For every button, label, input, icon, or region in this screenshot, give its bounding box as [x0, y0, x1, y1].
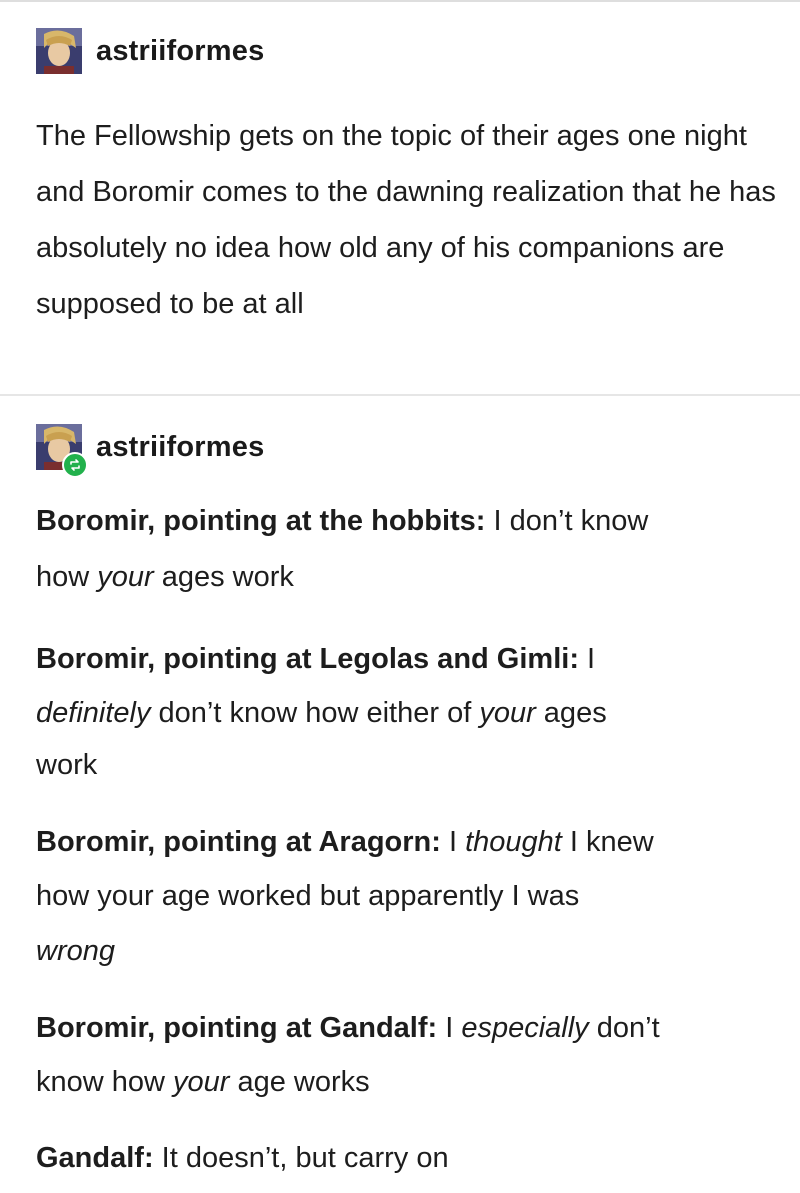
emphasis-text: your — [173, 1066, 230, 1098]
speaker-label: Gandalf: — [36, 1142, 154, 1174]
dialogue-line: how your ages work — [36, 557, 786, 597]
dialogue-text: I — [578, 643, 596, 675]
dialogue-text: I don’t know — [485, 505, 649, 537]
speaker-label: Boromir, pointing at the hobbits: — [36, 505, 486, 537]
dialogue-text: work — [36, 749, 98, 781]
dialogue-text: It doesn’t, but carry on — [153, 1142, 449, 1174]
dialogue-text: I — [440, 826, 466, 858]
dialogue-text: I knew — [561, 826, 654, 858]
dialogue-line: Boromir, pointing at the hobbits: I don’… — [36, 501, 786, 541]
dialogue-line: how your age worked but apparently I was — [36, 876, 786, 916]
speaker-label: Boromir, pointing at Aragorn: — [36, 826, 441, 858]
speaker-label: Boromir, pointing at Gandalf: — [36, 1012, 438, 1044]
dialogue-text: how your age worked but apparently I was — [36, 880, 580, 912]
dialogue-text: how — [36, 561, 98, 593]
post-body-text: The Fellowship gets on the topic of thei… — [36, 120, 776, 320]
emphasis-text: your — [479, 697, 536, 729]
dialogue-text: age works — [229, 1066, 370, 1098]
dialogue-line: definitely don’t know how either of your… — [36, 693, 786, 733]
dialogue-line: work — [36, 745, 786, 785]
reblog-badge — [62, 452, 88, 478]
dialogue-line: Boromir, pointing at Gandalf: I especial… — [36, 1008, 786, 1048]
reblog-icon — [70, 459, 80, 471]
avatar-icon — [36, 28, 82, 74]
dialogue-text: I — [437, 1012, 462, 1044]
original-post: astriiformes The Fellowship gets on the … — [0, 2, 800, 394]
dialogue-line: Boromir, pointing at Aragorn: I thought … — [36, 822, 786, 862]
reblog-post: astriiformes Boromir, pointing at the ho… — [0, 396, 800, 1193]
dialogue-line: know how your age works — [36, 1062, 786, 1102]
emphasis-text: thought — [465, 826, 562, 858]
emphasis-text: definitely — [36, 697, 151, 729]
username[interactable]: astriiformes — [96, 431, 264, 464]
dialogue-text: know how — [36, 1066, 174, 1098]
avatar[interactable] — [36, 28, 82, 74]
username[interactable]: astriiformes — [96, 35, 264, 68]
avatar[interactable] — [36, 424, 88, 478]
dialogue-text: don’t know how either of — [150, 697, 480, 729]
speaker-label: Boromir, pointing at Legolas and Gimli: — [36, 643, 579, 675]
emphasis-text: your — [97, 561, 154, 593]
dialogue-line: Boromir, pointing at Legolas and Gimli: … — [36, 639, 786, 679]
dialogue-line: Gandalf: It doesn’t, but carry on — [36, 1138, 786, 1178]
post-header: astriiformes — [36, 28, 264, 74]
dialogue-text: ages work — [153, 561, 294, 593]
dialogue-text: don’t — [588, 1012, 660, 1044]
emphasis-text: wrong — [36, 935, 115, 967]
emphasis-text: especially — [461, 1012, 589, 1044]
dialogue-text: ages — [535, 697, 607, 729]
post-header: astriiformes — [36, 424, 264, 478]
dialogue-line: wrong — [36, 931, 786, 971]
